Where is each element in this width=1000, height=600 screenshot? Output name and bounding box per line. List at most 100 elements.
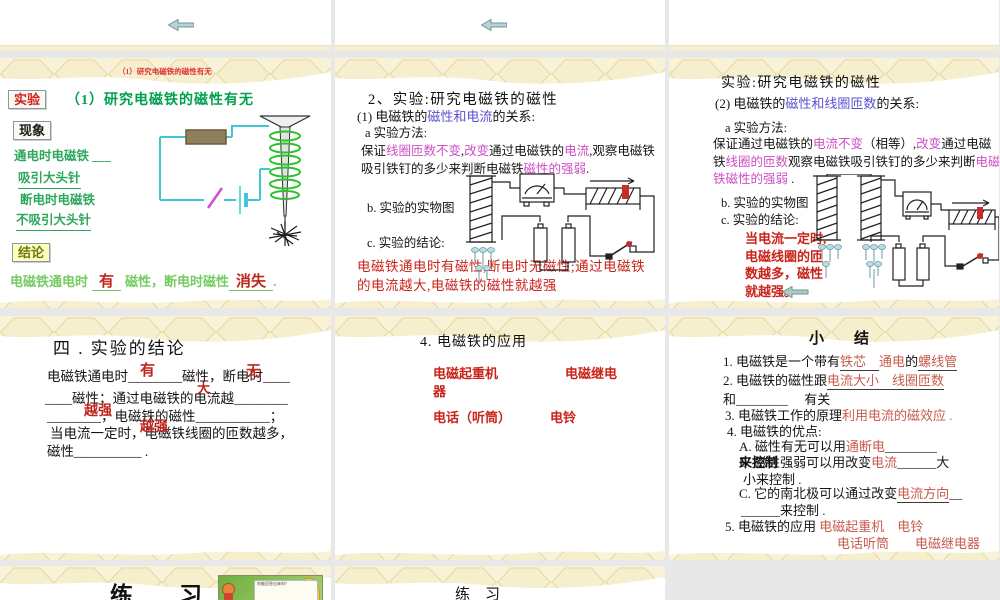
subtitle-pre: (2) 电磁铁的 bbox=[715, 96, 786, 111]
summary-seg: 1. 电磁铁是一个带有 bbox=[723, 354, 841, 369]
practice-title: 练 习 bbox=[455, 587, 501, 600]
slide-title: 小 结 bbox=[809, 331, 870, 347]
summary-line: 4. 电磁铁的优点: bbox=[727, 424, 822, 439]
circuit-diagram bbox=[466, 173, 655, 282]
method-seg: 观察电磁铁吸引铁钉的多少来判断 bbox=[788, 154, 976, 169]
back-arrow-icon bbox=[168, 19, 194, 31]
slide-partial-top-1[interactable] bbox=[0, 0, 331, 51]
summary-line: C. 它的南北极可以通过改变电流方向__ bbox=[739, 486, 963, 503]
switch-contact bbox=[626, 241, 632, 247]
answer-text: 有 bbox=[140, 363, 156, 379]
method-highlight: 改变 bbox=[916, 137, 942, 151]
slide-practice-2[interactable]: 练 习 bbox=[335, 566, 665, 600]
fill-blank-line: 磁性__________ . bbox=[47, 444, 149, 459]
phenomenon-tag: 现象 bbox=[13, 121, 52, 140]
method-seg: （相等）, bbox=[863, 137, 917, 151]
experiment-tag: 实验 bbox=[8, 90, 47, 109]
fill-blank-line: 当电流一定时，电磁铁线圈的匝数越多， bbox=[50, 426, 293, 441]
phenomenon-line: 通电时电磁铁 ___ bbox=[14, 149, 111, 163]
battery-box bbox=[185, 129, 227, 145]
answer-text: 电流方向 bbox=[897, 486, 950, 503]
slide-header-decoration bbox=[335, 58, 665, 84]
summary-line: 5. 电磁铁的应用 电磁起重机 电铃 bbox=[725, 519, 923, 535]
conclusion-end: . bbox=[273, 274, 277, 289]
method-highlight: 电流不变 bbox=[813, 137, 864, 151]
slide-applications[interactable]: 4. 电磁铁的应用 电磁起重机 电磁继电 器 电话（听筒） 电铃 bbox=[335, 316, 665, 560]
slide-summary[interactable]: 小 结 1. 电磁铁是一个带有铁芯 通电的螺线管 2. 电磁铁的磁性跟电流大小 … bbox=[669, 316, 999, 560]
slide-partial-top-2[interactable] bbox=[335, 0, 665, 51]
switch-contact bbox=[977, 253, 983, 259]
method-seg: 通过电磁铁的 bbox=[489, 144, 565, 158]
answer-has: 有 bbox=[99, 274, 115, 290]
answer-text: 螺线管 bbox=[918, 354, 958, 371]
method-label: a 实验方法: bbox=[725, 121, 788, 135]
conclusion-mid: 磁性，断电时磁性 bbox=[125, 274, 230, 289]
summary-seg: A. 磁性有无可以用 bbox=[739, 439, 846, 454]
answer-lost: 消失 bbox=[236, 274, 267, 290]
summary-seg: 2. 电磁铁的磁性跟 bbox=[723, 373, 828, 388]
subtitle-highlight: 磁性和线圈匝数 bbox=[785, 96, 877, 111]
method-highlight: 线圈匝数不变 bbox=[386, 144, 462, 158]
application-item: 电话（听筒） bbox=[433, 410, 512, 425]
slide-footer-decoration bbox=[335, 299, 665, 308]
slide-title: 4. 电磁铁的应用 bbox=[420, 335, 527, 350]
answer-text: 电流 bbox=[871, 455, 898, 470]
summary-line: 和________ 有关 bbox=[723, 392, 831, 407]
slide-title: 实验:研究电磁铁的磁性 bbox=[721, 76, 882, 91]
conclusion-tag: 结论 bbox=[12, 243, 51, 262]
blank: ______ bbox=[897, 455, 937, 470]
phenomenon-line: 断电时电磁铁 bbox=[20, 193, 96, 207]
overlapping-text: 来控制 bbox=[739, 455, 779, 470]
cartoon-character-body bbox=[224, 593, 233, 600]
blank bbox=[866, 354, 880, 371]
slide-partial-top-3[interactable] bbox=[669, 0, 999, 51]
summary-seg: 的 bbox=[905, 354, 919, 369]
answer-underline: 消失 bbox=[229, 273, 274, 291]
answer-text: 电流大小 bbox=[827, 373, 880, 390]
subtitle: (2) 电磁铁的磁性和线圈匝数的关系: bbox=[715, 96, 919, 112]
answer-text: 铁芯 bbox=[840, 354, 867, 371]
answer-text: 无 bbox=[246, 364, 262, 380]
slide-footer-decoration bbox=[669, 45, 999, 51]
conclusion-text: 电磁铁通电时 有 磁性，断电时磁性 消失. bbox=[10, 272, 276, 292]
conclusion-pre: 电磁铁通电时 bbox=[10, 274, 89, 289]
slide-footer-decoration bbox=[0, 299, 331, 308]
rheostat-slider bbox=[977, 207, 983, 219]
slide-conclusion[interactable]: 四 . 实验的结论 电磁铁通电时________磁性，断电时____ ____磁… bbox=[0, 316, 331, 560]
practice-title: 练 习 bbox=[110, 583, 202, 600]
slide-experiment-current[interactable]: 2、实验:研究电磁铁的磁性 (1) 电磁铁的磁性和电流的关系: a 实验方法: … bbox=[335, 58, 665, 308]
conclusion-label: c. 实验的结论: bbox=[367, 236, 445, 250]
answer-text: 越强 bbox=[140, 420, 168, 435]
subtitle: (1) 电磁铁的磁性和电流的关系: bbox=[357, 109, 535, 125]
answer-underline: 有 bbox=[92, 273, 122, 291]
circuit-diagram bbox=[813, 174, 999, 288]
phenomenon-line: 吸引大头针 bbox=[18, 171, 81, 189]
summary-seg: 5. 电磁铁的应用 bbox=[725, 519, 817, 534]
answer-text: 大 bbox=[197, 381, 211, 396]
answer-text: 越强 bbox=[84, 404, 112, 419]
blank bbox=[879, 373, 893, 390]
fill-blank-line: ____磁性；通过电磁铁的电流越________ bbox=[45, 391, 288, 406]
blank: __ bbox=[949, 486, 963, 501]
back-arrow-icon bbox=[481, 19, 507, 31]
answer-text: 通电 bbox=[879, 354, 906, 369]
slide-experiment-1[interactable]: （1）研究电磁铁的磁性有无 实验 （1）研究电磁铁的磁性有无 现象 通电时电磁铁… bbox=[0, 58, 331, 308]
answer-text: 线圈匝数 bbox=[892, 373, 945, 390]
slide-experiment-turns[interactable]: 实验:研究电磁铁的磁性 (2) 电磁铁的磁性和线圈匝数的关系: a 实验方法: … bbox=[669, 58, 999, 308]
method-label: a 实验方法: bbox=[365, 126, 428, 140]
answer-text: 利用电流的磁效应 . bbox=[842, 408, 953, 423]
summary-seg: 3. 电磁铁工作的原理 bbox=[725, 408, 843, 423]
band-title: （1）研究电磁铁的磁性有无 bbox=[118, 67, 212, 76]
slide-title: 四 . 实验的结论 bbox=[53, 339, 186, 358]
slide-footer-decoration bbox=[0, 45, 331, 51]
attracted-nails bbox=[818, 244, 886, 267]
slide-practice-1[interactable]: 练 习 你能回答出来吗? bbox=[0, 566, 331, 600]
application-item: 电磁继电 bbox=[565, 366, 618, 381]
summary-line: 3. 电磁铁工作的原理利用电流的磁效应 . bbox=[725, 408, 953, 424]
summary-seg: 大 bbox=[936, 455, 950, 470]
rheostat-slider bbox=[622, 185, 629, 199]
slide-title: 2、实验:研究电磁铁的磁性 bbox=[368, 92, 559, 108]
application-item: 电铃 bbox=[550, 410, 577, 425]
phenomenon-line: 不吸引大头针 bbox=[16, 213, 92, 231]
slide-title: （1）研究电磁铁的磁性有无 bbox=[66, 93, 254, 108]
